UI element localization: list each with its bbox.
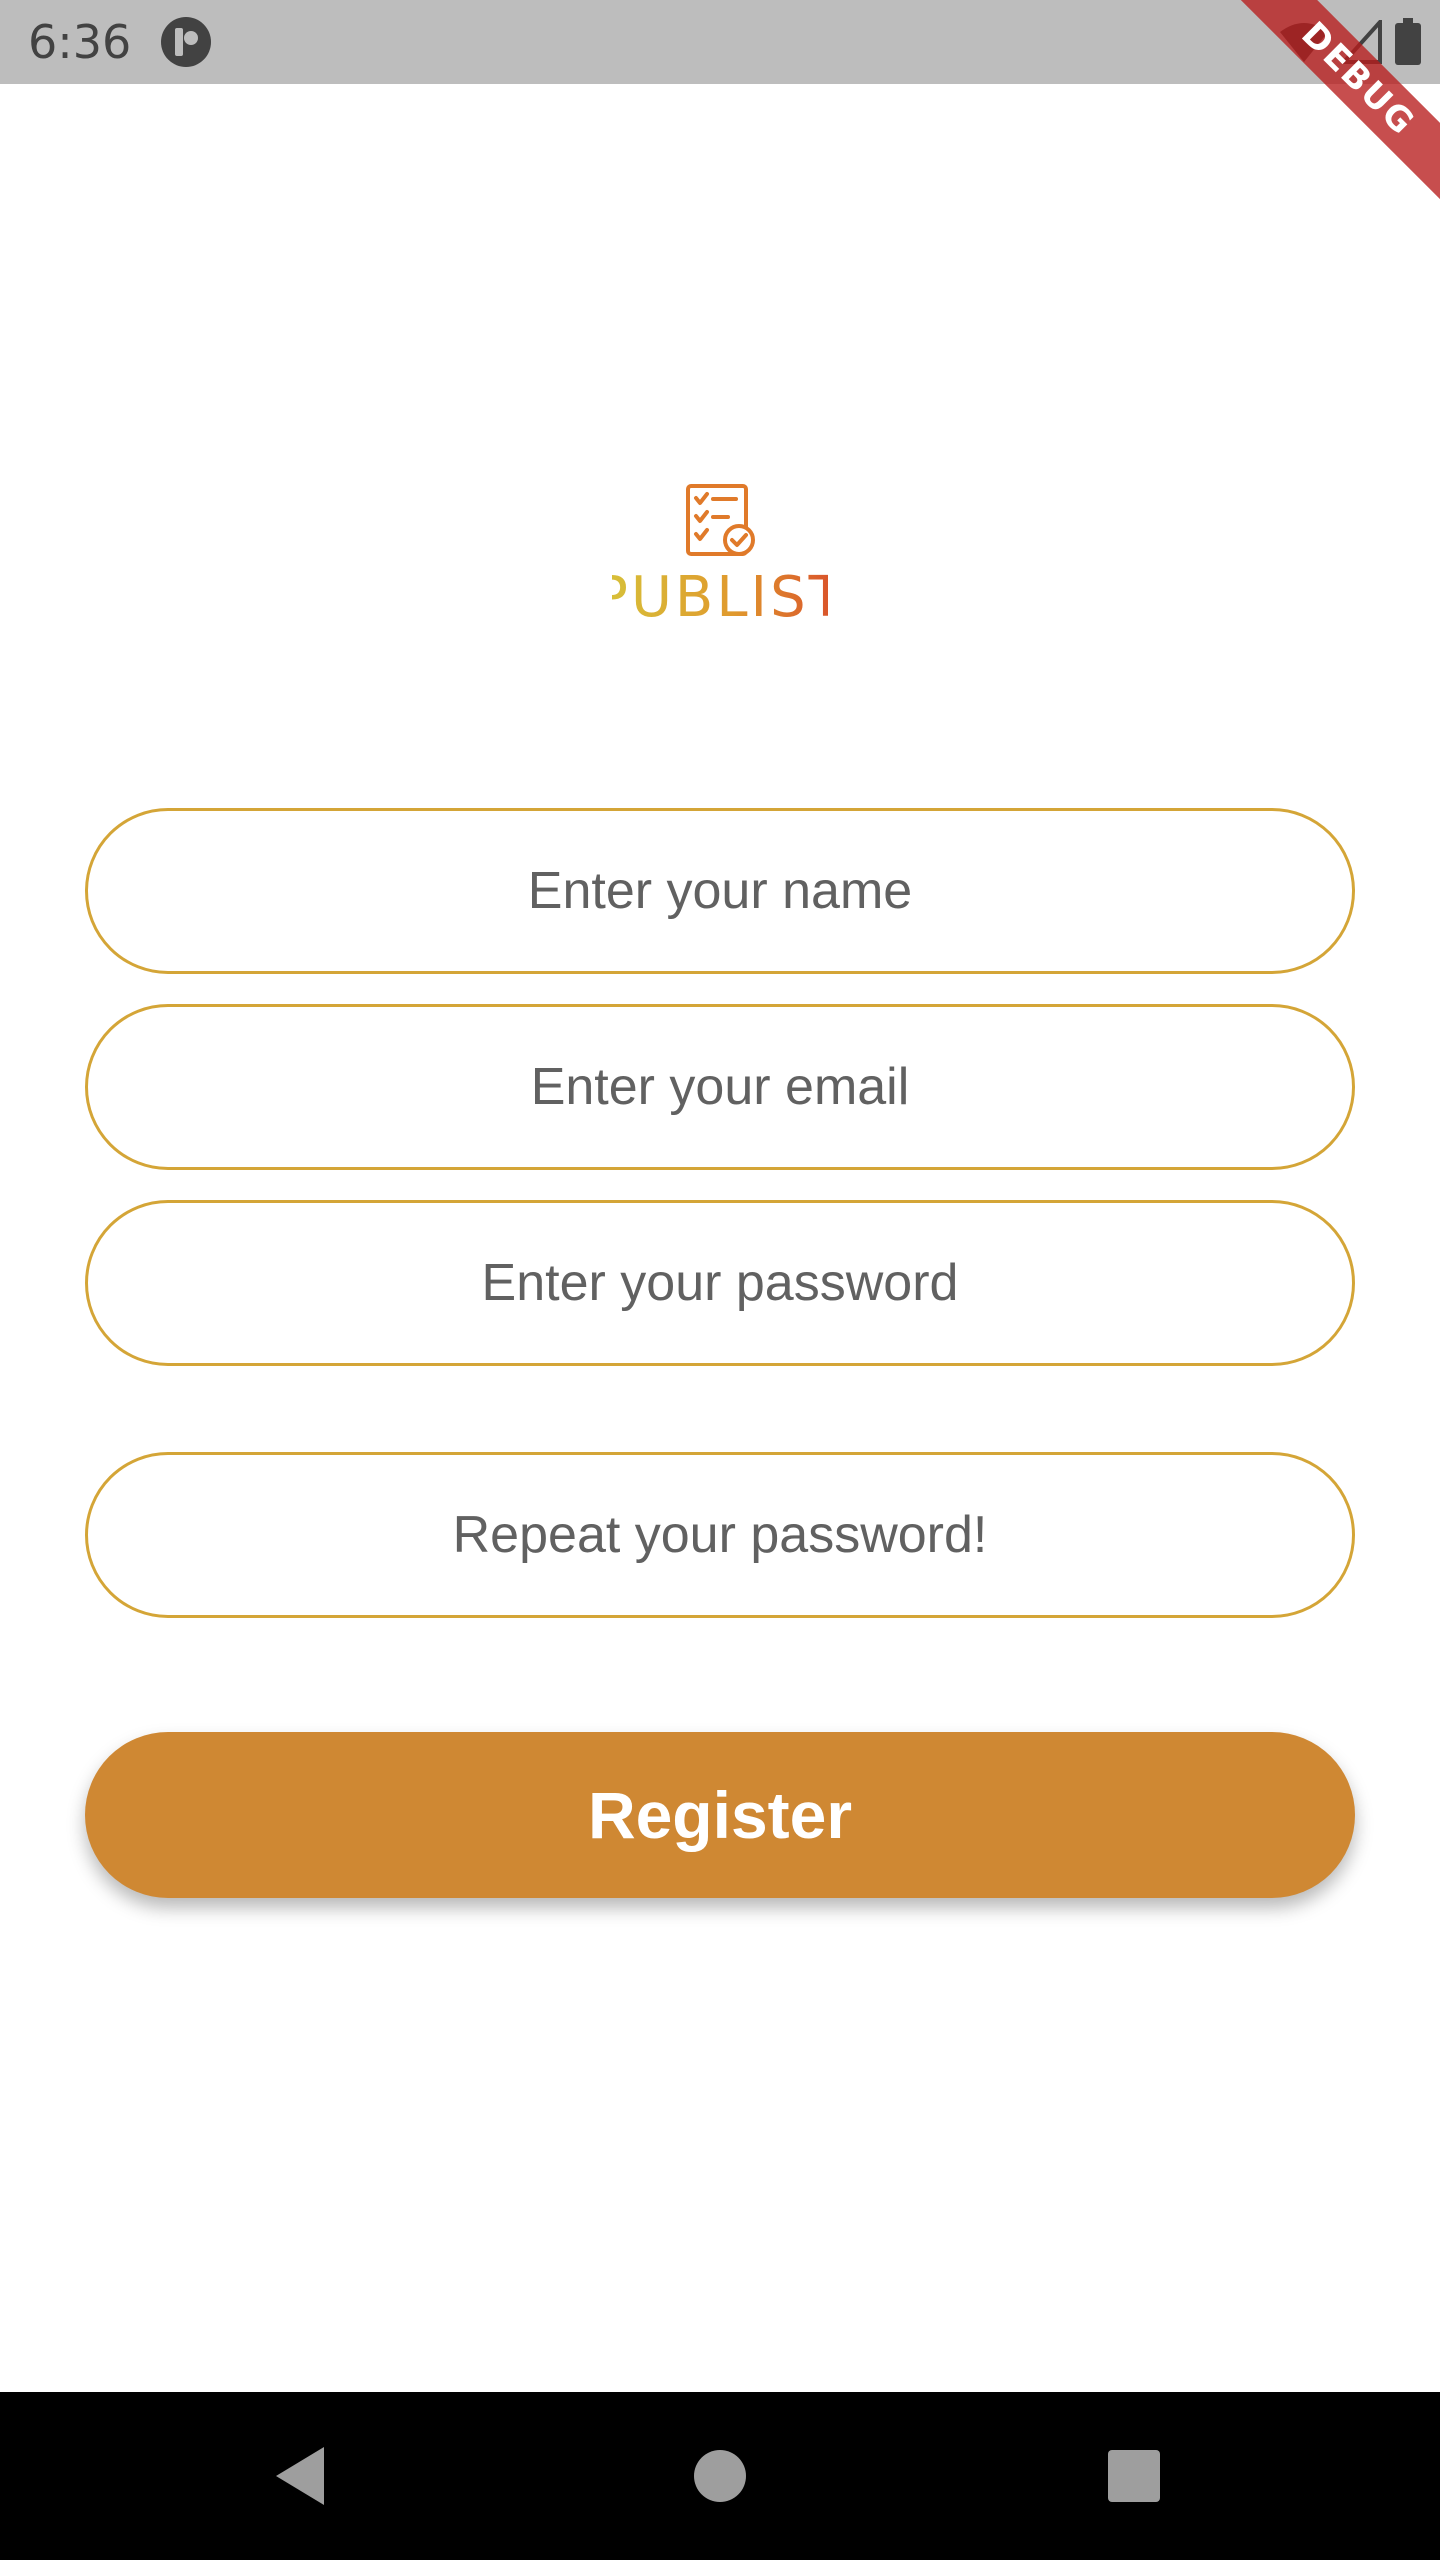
battery-icon xyxy=(1395,18,1421,65)
name-field[interactable] xyxy=(85,808,1355,974)
repeat-password-input[interactable] xyxy=(88,1454,1352,1616)
recents-button[interactable] xyxy=(1054,2392,1214,2560)
publist-logo: PUBLIST xyxy=(612,484,828,628)
password-field[interactable] xyxy=(85,1200,1355,1366)
email-input[interactable] xyxy=(88,1006,1352,1168)
status-icons xyxy=(1278,14,1422,70)
repeat-password-field[interactable] xyxy=(85,1452,1355,1618)
back-button[interactable] xyxy=(220,2392,380,2560)
navigation-bar xyxy=(0,2392,1440,2560)
cell-signal-icon xyxy=(1342,20,1382,64)
status-time: 6:36 xyxy=(28,15,132,69)
email-field[interactable] xyxy=(85,1004,1355,1170)
password-input[interactable] xyxy=(88,1202,1352,1364)
app-notification-icon xyxy=(161,17,211,67)
status-bar: 6:36 xyxy=(0,0,1440,84)
recents-icon xyxy=(1108,2450,1160,2502)
home-button[interactable] xyxy=(640,2392,800,2560)
checklist-icon xyxy=(686,484,755,556)
logo-text: PUBLIST xyxy=(612,565,828,628)
back-icon xyxy=(276,2447,324,2505)
wifi-icon xyxy=(1280,23,1328,62)
register-button[interactable]: Register xyxy=(85,1732,1355,1898)
home-icon xyxy=(694,2450,746,2502)
name-input[interactable] xyxy=(88,810,1352,972)
